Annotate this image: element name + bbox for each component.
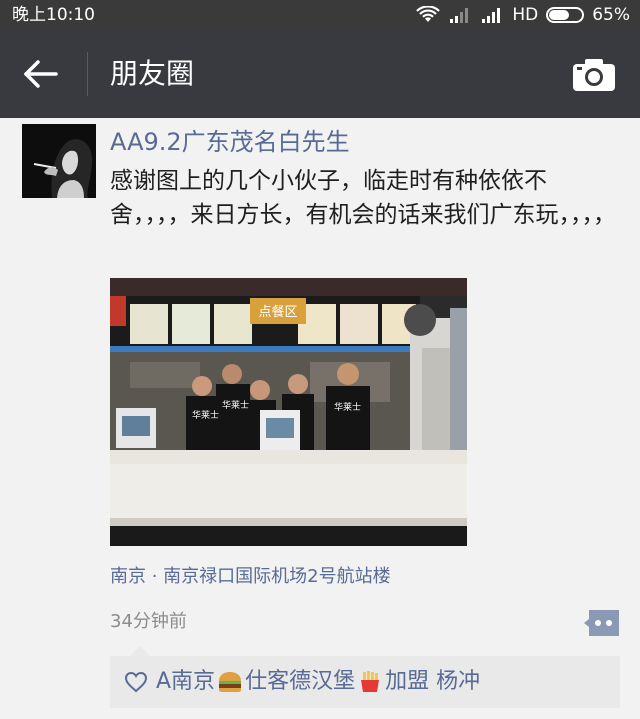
menu-sign-text: 点餐区 <box>258 304 297 319</box>
post-photo[interactable]: 点餐区 华莱士 华莱士 华莱士 <box>110 278 467 546</box>
liker-name-part: 仕客德汉堡 <box>245 669 356 694</box>
wifi-icon <box>416 6 441 22</box>
restaurant-counter-photo: 点餐区 华莱士 华莱士 华莱士 <box>110 278 467 546</box>
liker-name[interactable]: A南京 仕客德汉堡 加盟 杨冲 <box>156 656 480 708</box>
signal-icon <box>450 8 469 23</box>
liker-name-part: A南京 <box>156 669 216 694</box>
post-text: 感谢图上的几个小伙子，临走时有种依依不舍，，，，来日方长，有机会的话来我们广东玩… <box>110 168 616 228</box>
back-arrow-icon[interactable] <box>22 56 62 92</box>
post-timestamp: 34分钟前 <box>110 611 187 632</box>
shirt-text: 华莱士 <box>222 399 249 410</box>
moment-post: AA9.2广东茂名白先生 感谢图上的几个小伙子，临走时有种依依不舍，，，，来日方… <box>0 118 640 719</box>
avatar-image <box>22 124 96 198</box>
status-bar: 晚上10:10 HD 65% <box>0 0 640 30</box>
camera-icon[interactable] <box>572 58 616 92</box>
battery-percent: 65% <box>592 5 630 25</box>
status-indicators: HD 65% <box>416 0 630 30</box>
liker-name-part: 加盟 杨冲 <box>385 669 481 694</box>
nav-bar: 朋友圈 <box>0 30 640 118</box>
page-title: 朋友圈 <box>110 57 195 90</box>
hamburger-emoji-icon <box>219 672 242 692</box>
heart-outline-icon <box>124 671 148 693</box>
likes-section: A南京 仕客德汉堡 加盟 杨冲 <box>110 646 620 708</box>
signal-icon <box>482 8 501 23</box>
battery-icon <box>546 7 585 23</box>
shirt-text: 华莱士 <box>334 401 361 412</box>
username[interactable]: AA9.2广东茂名白先生 <box>110 122 350 157</box>
nav-divider <box>87 52 88 96</box>
network-type: HD <box>512 5 539 25</box>
french-fries-emoji-icon <box>361 671 380 692</box>
location-link[interactable]: 南京 · 南京禄口国际机场2号航站楼 <box>110 562 391 588</box>
status-time: 晚上10:10 <box>12 5 95 25</box>
comment-dots-icon[interactable] <box>583 609 621 637</box>
battery-level <box>549 10 570 20</box>
avatar[interactable] <box>22 124 96 198</box>
shirt-text: 华莱士 <box>192 409 219 420</box>
